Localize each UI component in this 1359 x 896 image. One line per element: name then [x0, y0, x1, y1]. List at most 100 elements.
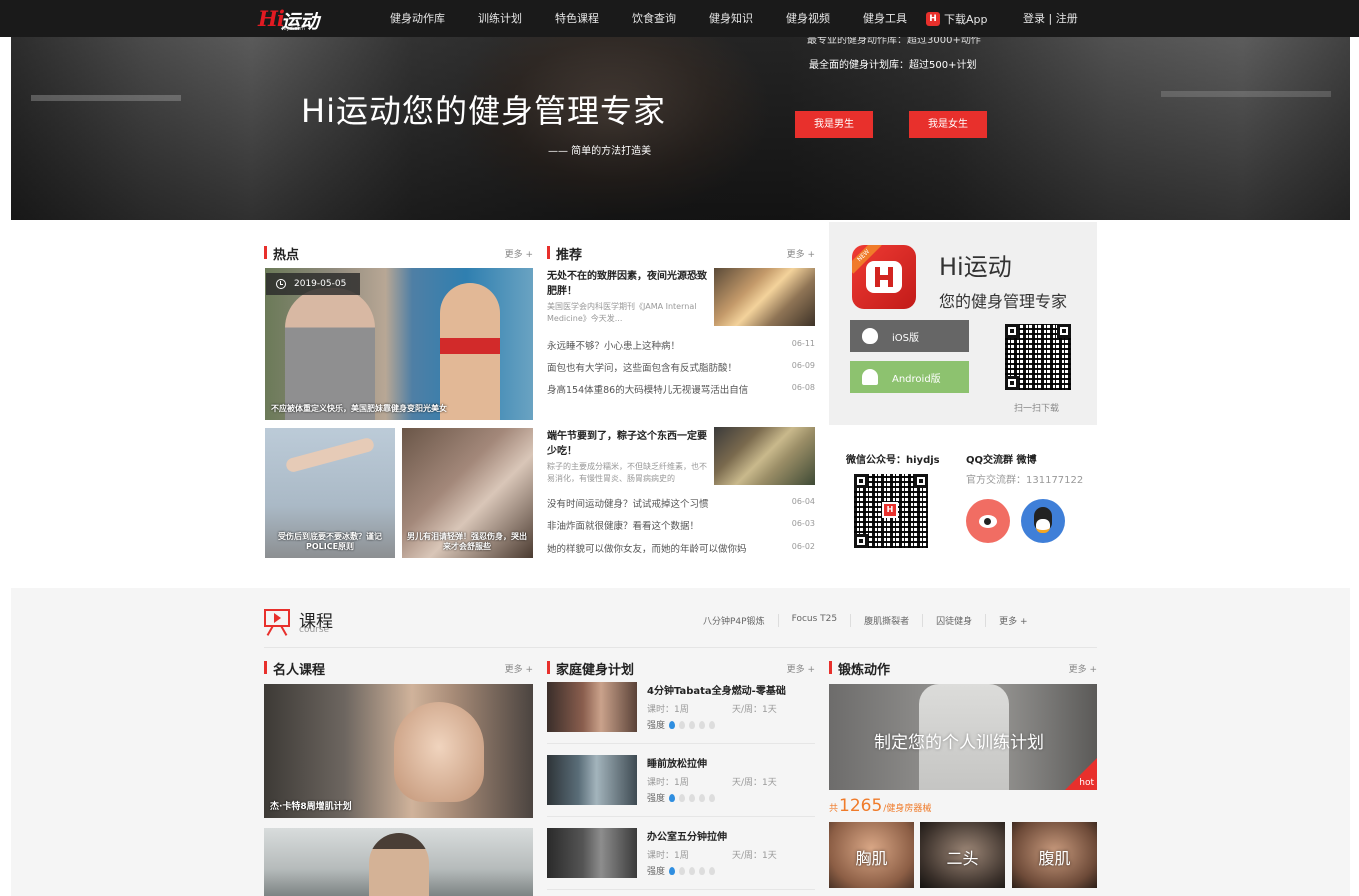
app-qr-code: [1005, 324, 1071, 390]
app-name: Hi运动: [939, 253, 1012, 281]
nav-item-fitness-tools[interactable]: 健身工具: [863, 0, 907, 37]
drop-icon: [669, 866, 676, 875]
plan-item[interactable]: 4分钟Tabata全身燃动-零基础 课时：1周 天/周：1天 强度: [547, 682, 815, 744]
home-plan-title: 家庭健身计划: [556, 663, 635, 678]
hero-stat-plans: 最全面的健身计划库：超过500+计划: [809, 60, 977, 71]
plan-item[interactable]: 办公室五分钟拉伸 课时：1周 天/周：1天 强度: [547, 828, 815, 890]
site-logo[interactable]: Hi 运动 hiyd.com: [258, 6, 320, 33]
home-plan-more-link[interactable]: 更多 +: [787, 662, 815, 675]
qq-weibo-label: QQ交流群 微博: [966, 455, 1037, 466]
list-item[interactable]: 没有时间运动健身？试试戒掉这个习惯 06-04: [547, 496, 815, 510]
hot-badge: hot: [1079, 778, 1094, 788]
drop-icon: [689, 866, 696, 875]
muscle-chest[interactable]: 胸肌: [829, 822, 914, 888]
exercise-header: 锻炼动作 更多 +: [829, 659, 1097, 678]
app-logo-icon: NEW: [852, 245, 916, 309]
course-icon: [264, 609, 290, 636]
intensity-rating: 强度: [647, 864, 716, 877]
android-download-button[interactable]: Android版: [850, 361, 969, 393]
list-item[interactable]: 非油炸面就很健康？看看这个数据！ 06-03: [547, 518, 815, 532]
equipment-count: 共 1265 /健身房器械: [829, 796, 932, 816]
recommend-feature-2-thumb[interactable]: [714, 427, 815, 485]
app-logo-icon: H: [926, 12, 940, 26]
course-quick-links: 八分钟P4P锻炼 Focus T25 腹肌撕裂者 囚徒健身 更多 +: [690, 614, 1041, 627]
intensity-rating: 强度: [647, 791, 716, 804]
list-item[interactable]: 她的样貌可以做你女友，而她的年龄可以做你妈 06-02: [547, 541, 815, 555]
hot-card-ice-caption: 受伤后到底要不要冰敷？谨记POLICE原则: [278, 532, 382, 551]
android-icon: [862, 369, 878, 385]
course-subtitle: course: [299, 625, 330, 635]
drop-icon: [699, 720, 706, 729]
hero-stat-exercises: 最专业的健身动作库：超过3000+动作: [807, 37, 981, 46]
download-app-link[interactable]: H 下载App: [926, 11, 988, 27]
course-link-ripper[interactable]: 腹肌撕裂者: [851, 614, 924, 627]
main-menu: 健身动作库 训练计划 特色课程 饮食查询 健身知识 健身视频 健身工具: [390, 0, 940, 37]
hero-subtitle: —— 简单的方法打造美: [548, 146, 652, 157]
drop-icon: [679, 866, 686, 875]
plan-item[interactable]: 睡前放松拉伸 课时：1周 天/周：1天 强度: [547, 755, 815, 817]
drop-icon: [709, 793, 716, 802]
top-nav: Hi 运动 hiyd.com 健身动作库 训练计划 特色课程 饮食查询 健身知识…: [0, 0, 1359, 37]
famous-course-card-2[interactable]: [264, 828, 533, 896]
course-more-link[interactable]: 更多 +: [986, 614, 1040, 627]
custom-plan-banner[interactable]: 制定您的个人训练计划 hot: [829, 684, 1097, 790]
hero-title: Hi运动您的健身管理专家: [301, 92, 666, 130]
ios-download-button[interactable]: iOS版: [850, 320, 969, 352]
famous-course-card[interactable]: 杰·卡特8周增肌计划: [264, 684, 533, 818]
intensity-rating: 强度: [647, 718, 716, 731]
drop-icon: [669, 720, 676, 729]
hot-card-cry[interactable]: 男儿有泪请轻弹！强忍伤身，哭出来才会舒服些: [402, 428, 533, 558]
login-register-link[interactable]: 登录 | 注册: [1023, 0, 1078, 37]
exercise-title: 锻炼动作: [838, 663, 891, 678]
list-item[interactable]: 面包也有大学问，这些面包含有反式脂肪酸！ 06-09: [547, 360, 815, 374]
apple-icon: [862, 328, 878, 344]
course-link-p4p[interactable]: 八分钟P4P锻炼: [690, 614, 779, 627]
recommend-section-header: 推荐 更多 +: [547, 244, 815, 263]
home-plan-header: 家庭健身计划 更多 +: [547, 659, 815, 678]
muscle-biceps[interactable]: 二头: [920, 822, 1005, 888]
weibo-icon[interactable]: [966, 499, 1010, 543]
hot-main-caption: 不应被体重定义快乐，美国肥妹靠健身变阳光美女: [271, 404, 447, 413]
nav-item-featured-courses[interactable]: 特色课程: [555, 0, 599, 37]
clock-icon: [276, 279, 286, 289]
drop-icon: [679, 720, 686, 729]
nav-item-exercise-library[interactable]: 健身动作库: [390, 0, 445, 37]
drop-icon: [699, 866, 706, 875]
hot-card-cry-caption: 男儿有泪请轻弹！强忍伤身，哭出来才会舒服些: [407, 532, 527, 551]
famous-course-header: 名人课程 更多 +: [264, 659, 533, 678]
hot-card-ice[interactable]: 受伤后到底要不要冰敷？谨记POLICE原则: [265, 428, 395, 558]
drop-icon: [699, 793, 706, 802]
app-slogan: 您的健身管理专家: [939, 292, 1068, 311]
famous-more-link[interactable]: 更多 +: [505, 662, 533, 675]
nav-item-fitness-knowledge[interactable]: 健身知识: [709, 0, 753, 37]
recommend-feature-2[interactable]: 端午节要到了，粽子这个东西一定要少吃！ 粽子的主要成分糯米，不但缺乏纤维素，也不…: [547, 429, 709, 485]
drop-icon: [679, 793, 686, 802]
recommend-feature-1[interactable]: 无处不在的致胖因素，夜间光源恐致肥胖！ 美国医学会内科医学期刊《JAMA Int…: [547, 269, 709, 325]
muscle-abs[interactable]: 腹肌: [1012, 822, 1097, 888]
drop-icon: [669, 793, 676, 802]
recommend-feature-1-thumb[interactable]: [714, 268, 815, 326]
nav-item-training-plans[interactable]: 训练计划: [478, 0, 522, 37]
recommend-more-link[interactable]: 更多 +: [787, 247, 815, 260]
nav-item-fitness-videos[interactable]: 健身视频: [786, 0, 830, 37]
female-button[interactable]: 我是女生: [909, 111, 987, 138]
hot-section-header: 热点 更多 +: [264, 244, 533, 263]
hot-section-title: 热点: [273, 248, 300, 263]
list-item[interactable]: 身高154体重86的大码模特儿无视谩骂活出自信 06-08: [547, 382, 815, 396]
qq-icon[interactable]: [1021, 499, 1065, 543]
nav-item-diet-lookup[interactable]: 饮食查询: [632, 0, 676, 37]
list-item[interactable]: 永远睡不够？小心患上这种病！ 06-11: [547, 338, 815, 352]
recommend-section-title: 推荐: [556, 248, 583, 263]
drop-icon: [689, 793, 696, 802]
male-button[interactable]: 我是男生: [795, 111, 873, 138]
exercise-more-link[interactable]: 更多 +: [1069, 662, 1097, 675]
date-badge: 2019-05-05: [266, 273, 360, 295]
qr-logo-icon: H: [882, 502, 898, 518]
course-link-convict[interactable]: 囚徒健身: [923, 614, 987, 627]
drop-icon: [709, 866, 716, 875]
course-link-t25[interactable]: Focus T25: [779, 614, 852, 627]
scan-to-download-label: 扫一扫下载: [1014, 404, 1060, 414]
wechat-label: 微信公众号：hiydjs: [846, 455, 940, 466]
hot-more-link[interactable]: 更多 +: [505, 247, 533, 260]
drop-icon: [689, 720, 696, 729]
